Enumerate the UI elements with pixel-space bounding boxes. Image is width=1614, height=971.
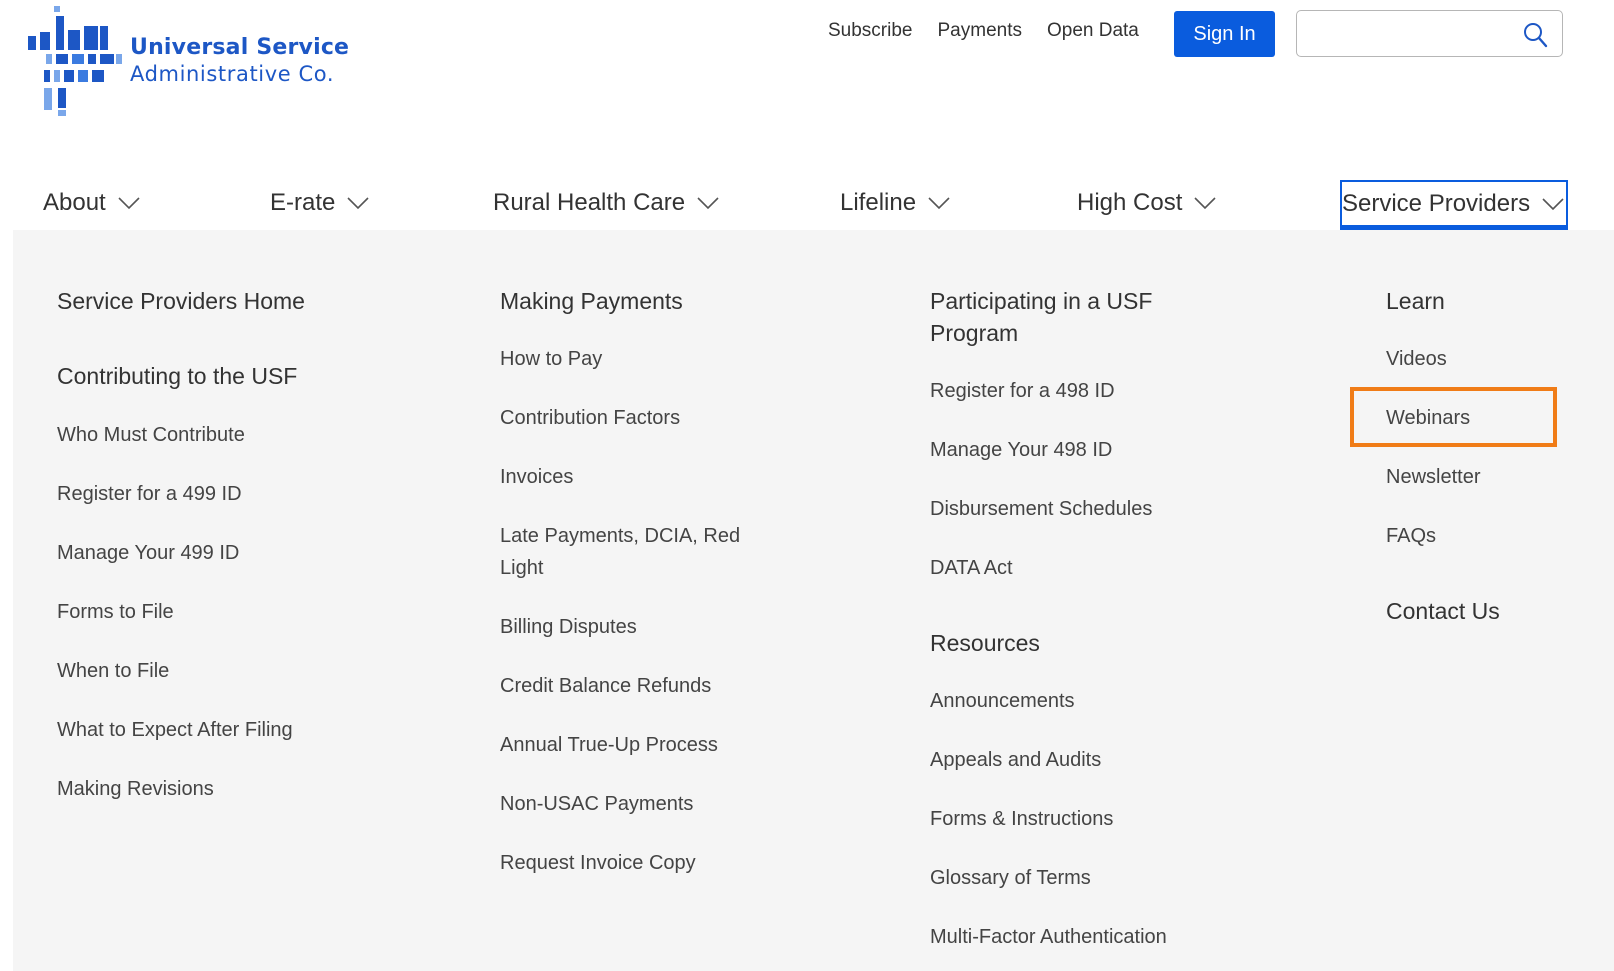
nav-about-label: About — [43, 189, 106, 216]
sign-in-button[interactable]: Sign In — [1174, 11, 1275, 57]
resources-heading[interactable]: Resources — [930, 627, 1040, 659]
videos-link[interactable]: Videos — [1386, 343, 1447, 375]
learn-heading[interactable]: Learn — [1386, 285, 1445, 317]
participating-usf-heading[interactable]: Participating in a USF — [930, 285, 1152, 317]
participating-usf-heading-line2[interactable]: Program — [930, 317, 1018, 349]
logo-line-1: Universal Service — [130, 35, 350, 60]
nav-lifeline-label: Lifeline — [840, 189, 917, 216]
making-revisions-link[interactable]: Making Revisions — [57, 773, 214, 805]
chevron-down-icon — [928, 197, 950, 210]
contributing-to-usf-heading[interactable]: Contributing to the USF — [57, 360, 297, 392]
announcements-link[interactable]: Announcements — [930, 685, 1075, 717]
nav-rural-health-care[interactable]: Rural Health Care — [493, 180, 719, 226]
register-499-id-link[interactable]: Register for a 499 ID — [57, 478, 242, 510]
credit-balance-refunds-link[interactable]: Credit Balance Refunds — [500, 670, 711, 702]
chevron-down-icon — [118, 197, 140, 210]
who-must-contribute-link[interactable]: Who Must Contribute — [57, 419, 245, 451]
nav-rural-health-care-label: Rural Health Care — [493, 189, 686, 216]
how-to-pay-link[interactable]: How to Pay — [500, 343, 602, 375]
usac-logo[interactable]: Universal Service Administrative Co. — [26, 6, 349, 116]
what-to-expect-link[interactable]: What to Expect After Filing — [57, 714, 293, 746]
glossary-link[interactable]: Glossary of Terms — [930, 862, 1091, 894]
chevron-down-icon — [1194, 197, 1216, 210]
nav-e-rate-label: E-rate — [270, 189, 336, 216]
nav-high-cost-label: High Cost — [1077, 189, 1183, 216]
faqs-link[interactable]: FAQs — [1386, 520, 1436, 552]
late-payments-link-line2[interactable]: Light — [500, 552, 543, 584]
nav-high-cost[interactable]: High Cost — [1077, 180, 1216, 226]
payments-link[interactable]: Payments — [938, 20, 1022, 42]
contribution-factors-link[interactable]: Contribution Factors — [500, 402, 680, 434]
usac-logo-mark-icon — [28, 6, 122, 116]
chevron-down-icon — [697, 197, 719, 210]
contact-us-link[interactable]: Contact Us — [1386, 595, 1500, 627]
mfa-link[interactable]: Multi-Factor Authentication — [930, 921, 1167, 953]
forms-to-file-link[interactable]: Forms to File — [57, 596, 174, 628]
data-act-link[interactable]: DATA Act — [930, 552, 1013, 584]
utility-nav: Subscribe Payments Open Data — [828, 20, 1164, 42]
register-498-id-link[interactable]: Register for a 498 ID — [930, 375, 1115, 407]
nav-lifeline[interactable]: Lifeline — [840, 180, 950, 226]
chevron-down-icon — [1542, 197, 1564, 210]
webinars-highlight-box — [1350, 387, 1557, 447]
nav-e-rate[interactable]: E-rate — [270, 180, 369, 226]
manage-498-id-link[interactable]: Manage Your 498 ID — [930, 434, 1112, 466]
nav-about[interactable]: About — [43, 180, 140, 226]
annual-true-up-link[interactable]: Annual True-Up Process — [500, 729, 718, 761]
main-nav: About E-rate Rural Health Care Lifeline … — [0, 180, 1614, 230]
nav-service-providers[interactable]: Service Providers — [1340, 180, 1569, 230]
appeals-audits-link[interactable]: Appeals and Audits — [930, 744, 1101, 776]
chevron-down-icon — [347, 197, 369, 210]
service-providers-dropdown: Service Providers Home Contributing to t… — [13, 230, 1614, 971]
newsletter-link[interactable]: Newsletter — [1386, 461, 1480, 493]
open-data-link[interactable]: Open Data — [1047, 20, 1139, 42]
late-payments-link[interactable]: Late Payments, DCIA, Red — [500, 520, 740, 552]
non-usac-payments-link[interactable]: Non-USAC Payments — [500, 788, 693, 820]
search-icon[interactable] — [1522, 22, 1548, 48]
making-payments-heading[interactable]: Making Payments — [500, 285, 683, 317]
search-input[interactable] — [1307, 21, 1507, 47]
billing-disputes-link[interactable]: Billing Disputes — [500, 611, 637, 643]
subscribe-link[interactable]: Subscribe — [828, 20, 913, 42]
invoices-link[interactable]: Invoices — [500, 461, 573, 493]
when-to-file-link[interactable]: When to File — [57, 655, 169, 687]
forms-instructions-link[interactable]: Forms & Instructions — [930, 803, 1113, 835]
search-box — [1296, 10, 1563, 57]
disbursement-schedules-link[interactable]: Disbursement Schedules — [930, 493, 1152, 525]
logo-line-2: Administrative Co. — [130, 62, 335, 86]
manage-499-id-link[interactable]: Manage Your 499 ID — [57, 537, 239, 569]
request-invoice-copy-link[interactable]: Request Invoice Copy — [500, 847, 696, 879]
usac-logo-text: Universal Service Administrative Co. — [130, 34, 349, 88]
service-providers-home-link[interactable]: Service Providers Home — [57, 285, 305, 317]
nav-service-providers-label: Service Providers — [1342, 189, 1531, 217]
